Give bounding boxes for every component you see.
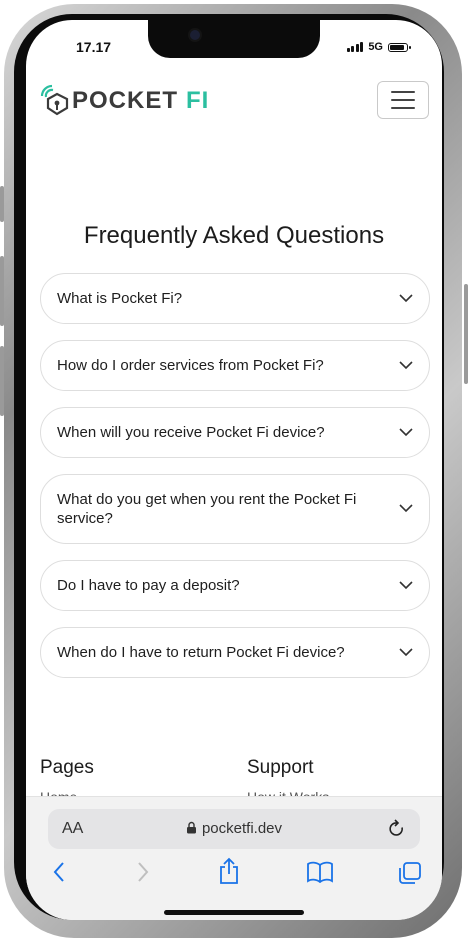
- wifi-shield-logo-icon: [40, 84, 69, 116]
- faq-item[interactable]: When do I have to return Pocket Fi devic…: [40, 627, 430, 678]
- url-text: pocketfi.dev: [201, 820, 283, 837]
- chevron-down-icon: [399, 504, 413, 513]
- tabs-icon[interactable]: [398, 861, 422, 885]
- faq-question: Do I have to pay a deposit?: [57, 577, 240, 594]
- faq-item[interactable]: What is Pocket Fi?: [40, 273, 430, 324]
- chevron-down-icon: [399, 360, 413, 369]
- forward-icon[interactable]: [136, 861, 150, 883]
- footer-pages-heading: Pages: [40, 757, 94, 778]
- bookmarks-icon[interactable]: [306, 861, 334, 883]
- browser-toolbar: AA pocketfi.dev: [26, 796, 442, 920]
- back-icon[interactable]: [52, 861, 66, 883]
- logo-main: POCKET: [72, 87, 179, 114]
- menu-bar-icon: [391, 91, 415, 93]
- reload-icon[interactable]: [388, 819, 406, 839]
- chevron-down-icon: [399, 580, 413, 589]
- faq-question: When will you receive Pocket Fi device?: [57, 424, 325, 441]
- screen: 17.17 5G POCKET FI Frequently Asked Quest…: [26, 20, 442, 920]
- faq-question: When do I have to return Pocket Fi devic…: [57, 644, 345, 661]
- front-camera: [190, 30, 200, 40]
- signal-icon: [346, 42, 364, 52]
- footer-support-heading: Support: [247, 757, 314, 778]
- hamburger-menu-button[interactable]: [377, 81, 429, 119]
- network-type: 5G: [368, 41, 383, 53]
- faq-item[interactable]: What do you get when you rent the Pocket…: [40, 474, 430, 544]
- faq-item[interactable]: How do I order services from Pocket Fi?: [40, 340, 430, 391]
- power-button: [464, 284, 468, 384]
- share-icon[interactable]: [218, 857, 240, 885]
- menu-bar-icon: [391, 107, 415, 109]
- home-indicator: [164, 910, 304, 915]
- notch: [148, 20, 320, 58]
- faq-question: How do I order services from Pocket Fi?: [57, 357, 324, 374]
- volume-up-button: [0, 256, 4, 326]
- url-display: pocketfi.dev: [48, 820, 420, 837]
- faq-item[interactable]: When will you receive Pocket Fi device?: [40, 407, 430, 458]
- faq-question: What is Pocket Fi?: [57, 290, 183, 307]
- menu-bar-icon: [391, 99, 415, 101]
- status-indicators: 5G: [346, 41, 411, 53]
- chevron-down-icon: [399, 427, 413, 436]
- logo-accent: FI: [186, 87, 210, 114]
- faq-question: What do you get when you rent the Pocket…: [57, 491, 357, 527]
- logo-text: POCKET FI: [72, 87, 209, 115]
- faq-item[interactable]: Do I have to pay a deposit?: [40, 560, 430, 611]
- volume-down-button: [0, 346, 4, 416]
- chevron-down-icon: [399, 293, 413, 302]
- chevron-down-icon: [399, 647, 413, 656]
- battery-icon: [388, 42, 411, 52]
- status-time: 17.17: [76, 39, 112, 55]
- lock-icon: [186, 821, 196, 834]
- silent-switch: [0, 186, 4, 222]
- logo[interactable]: POCKET FI: [40, 84, 209, 118]
- faq-title: Frequently Asked Questions: [83, 222, 385, 249]
- address-bar[interactable]: AA pocketfi.dev: [48, 809, 420, 849]
